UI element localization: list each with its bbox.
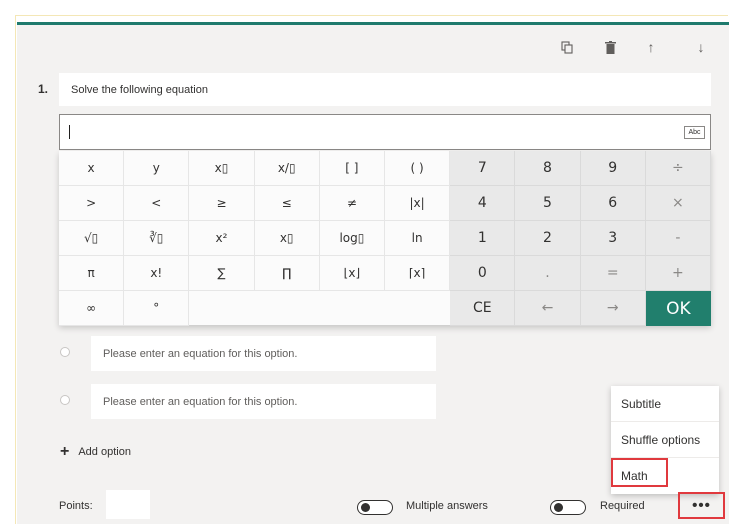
key-cube-root[interactable]: ∛▯ xyxy=(124,221,190,256)
add-option-label: Add option xyxy=(78,446,131,458)
key-power[interactable]: x▯ xyxy=(254,221,320,256)
required-toggle[interactable] xyxy=(550,500,586,515)
multiple-answers-label: Multiple answers xyxy=(406,500,488,512)
multiple-answers-toggle[interactable] xyxy=(357,500,393,515)
key-infinity[interactable]: ∞ xyxy=(59,291,125,326)
toggle-knob xyxy=(554,503,563,512)
arrow-up-glyph: ↑ xyxy=(647,39,655,55)
key-subscript[interactable]: x▯ xyxy=(189,151,255,186)
key-square[interactable]: x² xyxy=(189,221,255,256)
equation-input[interactable]: Abc xyxy=(59,114,711,150)
key-ok[interactable]: OK xyxy=(645,291,711,326)
card-accent-bar xyxy=(17,22,729,25)
math-keypad: x y x▯ x/▯[ ]( ) 7 8 9 ÷ > < ≥ ≤ ≠ |x| 4 5 6 × √▯ ∛▯ x² x▯ log… xyxy=(59,151,711,326)
text-caret xyxy=(69,125,70,139)
key-sum[interactable]: ∑ xyxy=(189,256,255,291)
key-equals[interactable]: = xyxy=(580,256,646,291)
key-sqrt[interactable]: √▯ xyxy=(59,221,125,256)
points-label: Points: xyxy=(59,500,93,512)
key-plus[interactable]: + xyxy=(645,256,711,291)
key-greater-equal[interactable]: ≥ xyxy=(189,186,255,221)
key-absolute[interactable]: |x| xyxy=(385,186,451,221)
key-factorial[interactable]: x! xyxy=(124,256,190,291)
option-equation-input[interactable]: Please enter an equation for this option… xyxy=(91,384,436,419)
key-2[interactable]: 2 xyxy=(515,221,581,256)
option-radio[interactable] xyxy=(60,347,70,357)
key-3[interactable]: 3 xyxy=(580,221,646,256)
key-degree[interactable]: ° xyxy=(124,291,190,326)
key-1[interactable]: 1 xyxy=(450,221,516,256)
required-label: Required xyxy=(600,500,645,512)
key-minus[interactable]: - xyxy=(645,221,711,256)
key-divide[interactable]: ÷ xyxy=(645,151,711,186)
key-floor[interactable]: ⌊x⌋ xyxy=(319,256,385,291)
key-greater-than[interactable]: > xyxy=(59,186,125,221)
key-log[interactable]: log▯ xyxy=(319,221,385,256)
key-fraction[interactable]: x/▯ xyxy=(254,151,320,186)
key-ln[interactable]: ln xyxy=(385,221,451,256)
key-less-equal[interactable]: ≤ xyxy=(254,186,320,221)
question-title-field[interactable]: Solve the following equation xyxy=(59,73,711,106)
copy-icon-svg xyxy=(561,40,573,54)
key-ceiling[interactable]: ⌈x⌉ xyxy=(385,256,451,291)
key-less-than[interactable]: < xyxy=(124,186,190,221)
key-7[interactable]: 7 xyxy=(450,151,516,186)
points-input[interactable] xyxy=(106,490,150,519)
key-0[interactable]: 0 xyxy=(450,256,516,291)
key-not-equal[interactable]: ≠ xyxy=(319,186,385,221)
key-brackets[interactable]: [ ] xyxy=(319,151,385,186)
key-6[interactable]: 6 xyxy=(580,186,646,221)
plus-icon: + xyxy=(60,443,70,460)
key-decimal[interactable]: . xyxy=(515,256,581,291)
text-mode-toggle[interactable]: Abc xyxy=(684,126,705,139)
more-settings-menu: Subtitle Shuffle options Math xyxy=(611,386,719,494)
option-equation-input[interactable]: Please enter an equation for this option… xyxy=(91,336,436,371)
key-9[interactable]: 9 xyxy=(580,151,646,186)
trash-icon[interactable] xyxy=(601,38,619,56)
menu-item-shuffle-options[interactable]: Shuffle options xyxy=(611,422,719,458)
more-options-button[interactable]: ••• xyxy=(678,492,725,519)
key-x[interactable]: x xyxy=(59,151,125,186)
arrow-up-icon[interactable]: ↑ xyxy=(642,38,660,56)
key-multiply[interactable]: × xyxy=(645,186,711,221)
arrow-down-glyph: ↓ xyxy=(697,39,705,55)
question-number: 1. xyxy=(38,82,49,96)
key-pi[interactable]: π xyxy=(59,256,125,291)
menu-item-subtitle[interactable]: Subtitle xyxy=(611,386,719,422)
key-right-arrow[interactable]: → xyxy=(580,291,646,326)
key-4[interactable]: 4 xyxy=(450,186,516,221)
key-y[interactable]: y xyxy=(124,151,190,186)
key-parentheses[interactable]: ( ) xyxy=(385,151,451,186)
arrow-down-icon[interactable]: ↓ xyxy=(692,38,710,56)
key-product[interactable]: ∏ xyxy=(254,256,320,291)
key-clear-entry[interactable]: CE xyxy=(450,291,516,326)
trash-icon-svg xyxy=(604,40,616,54)
toggle-knob xyxy=(361,503,370,512)
key-5[interactable]: 5 xyxy=(515,186,581,221)
key-8[interactable]: 8 xyxy=(515,151,581,186)
copy-icon[interactable] xyxy=(558,38,576,56)
add-option-button[interactable]: + Add option xyxy=(60,444,131,460)
menu-item-math[interactable]: Math xyxy=(611,458,719,494)
option-radio[interactable] xyxy=(60,395,70,405)
key-left-arrow[interactable]: ← xyxy=(515,291,581,326)
